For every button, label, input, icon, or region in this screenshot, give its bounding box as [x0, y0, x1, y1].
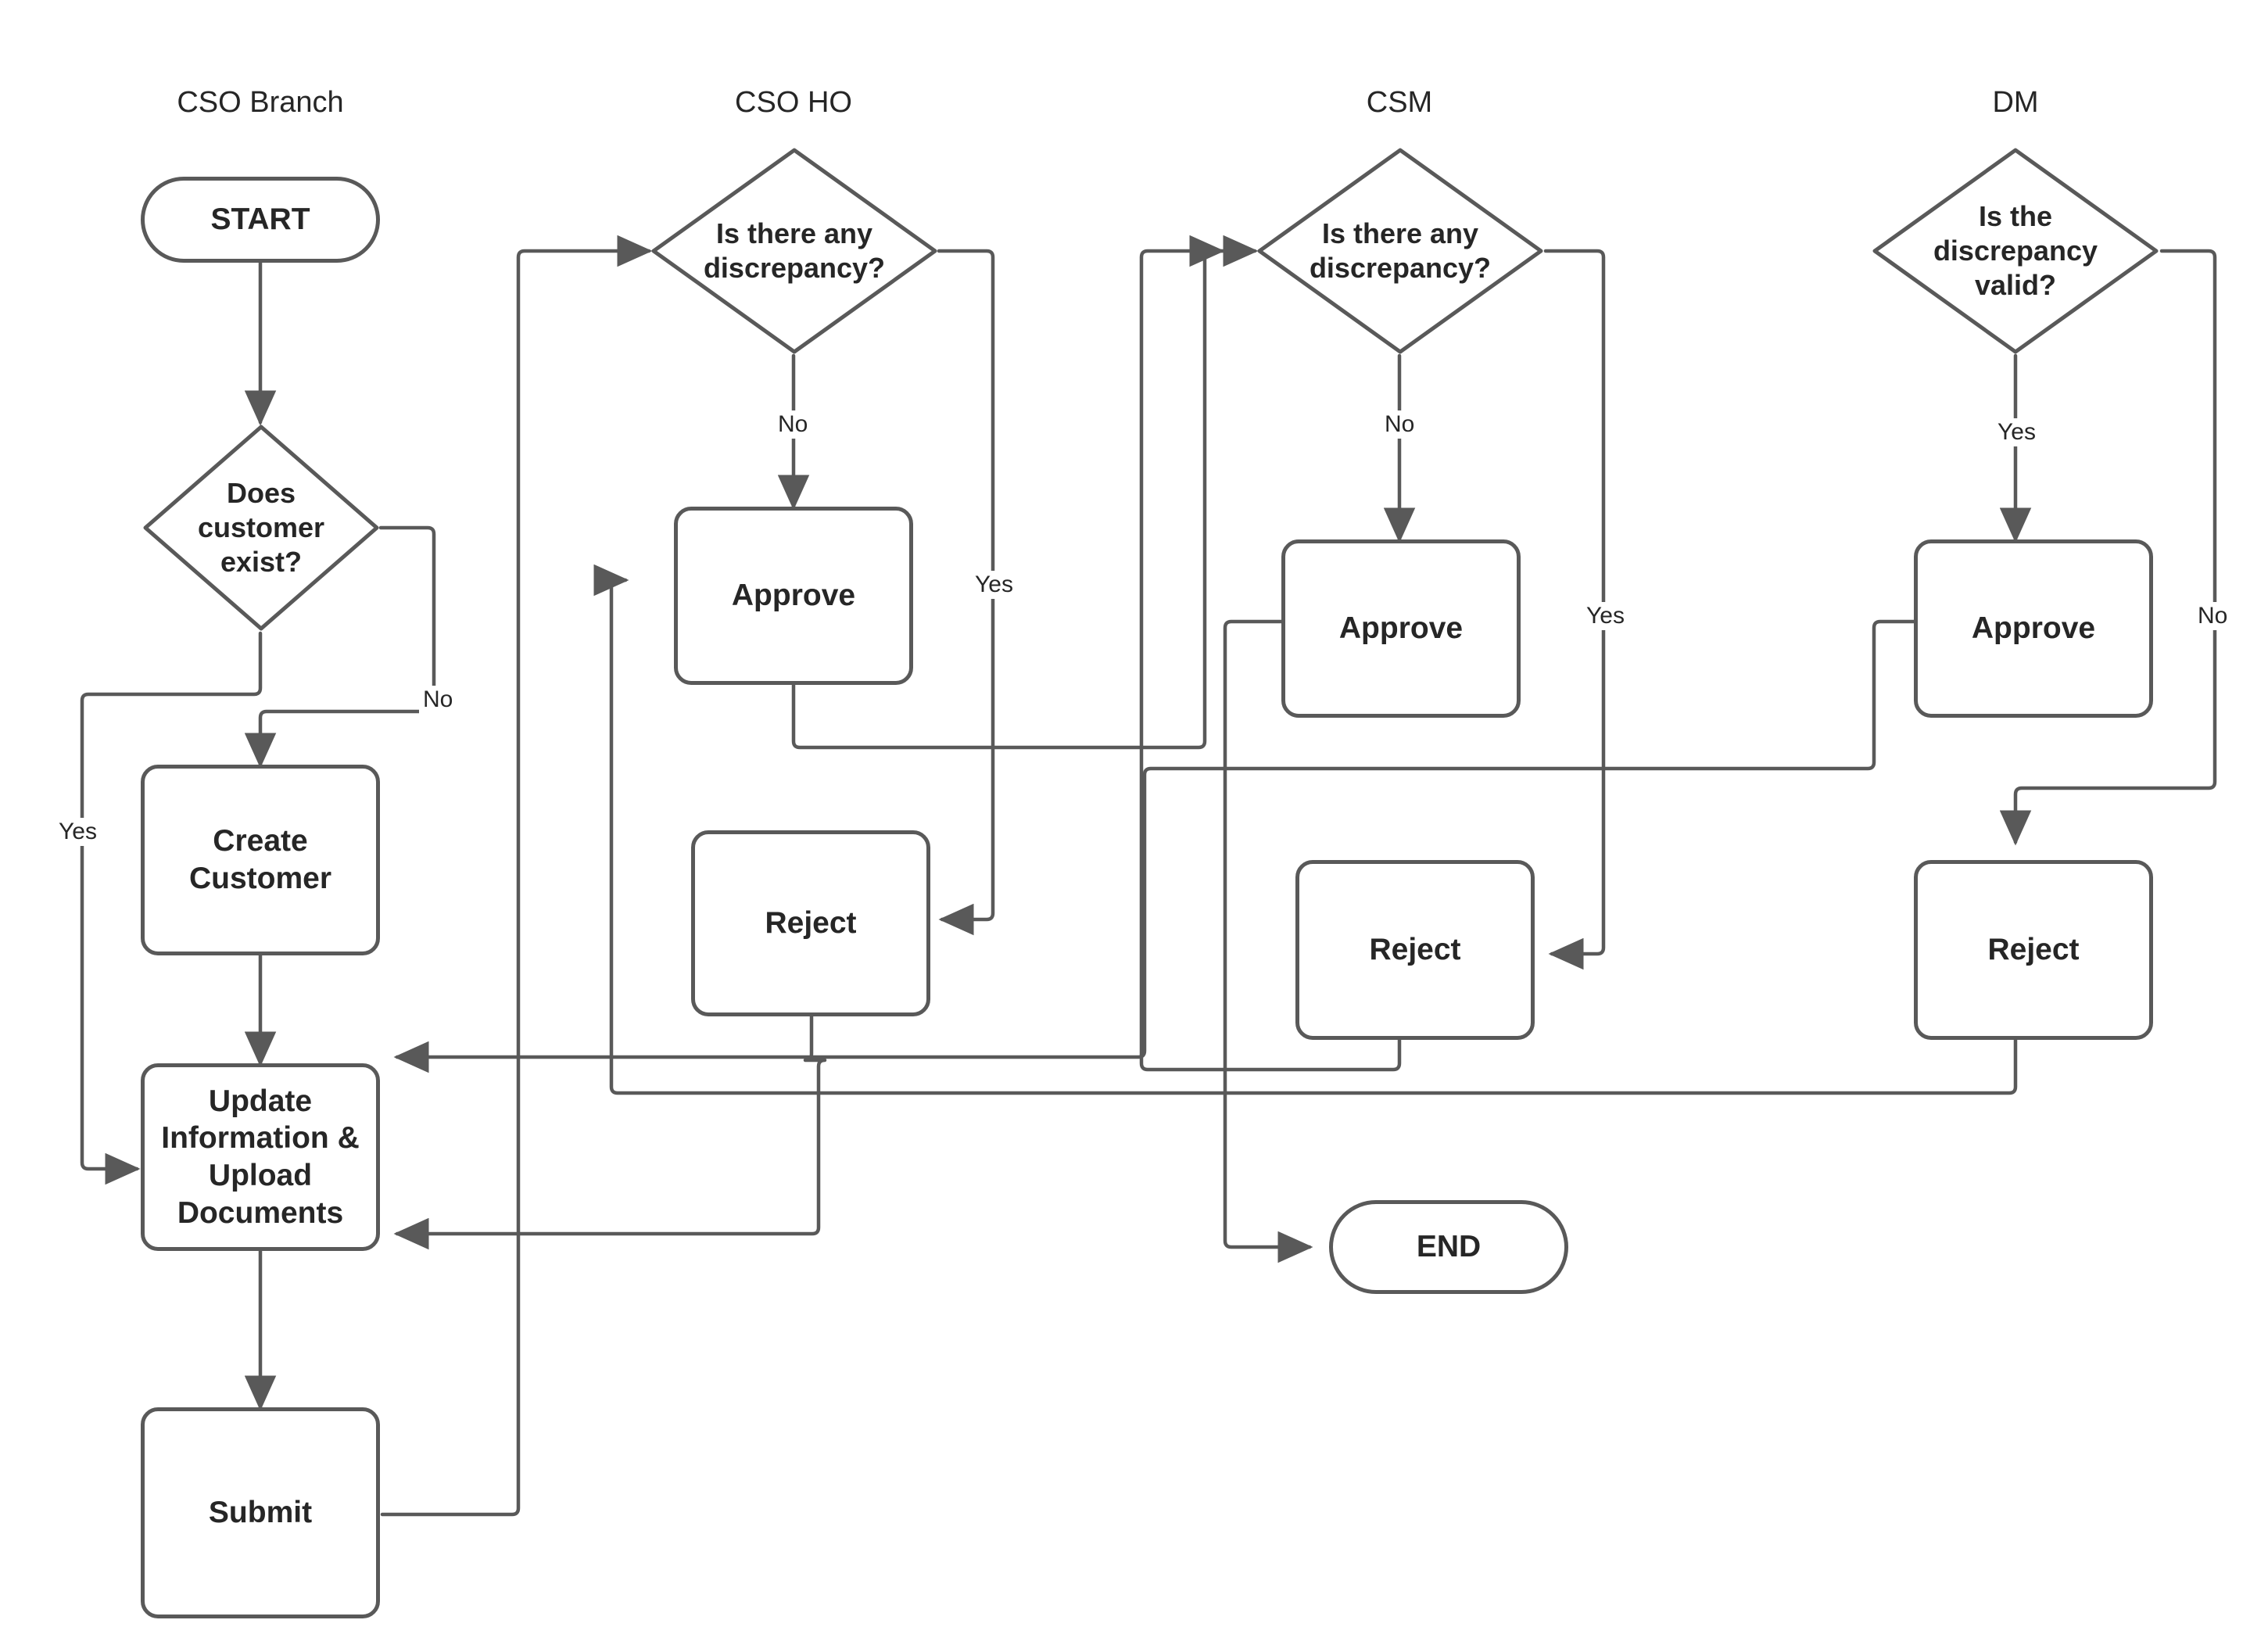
node-dm-reject[interactable]: Reject [1914, 860, 2153, 1040]
node-label: Does customer exist? [197, 477, 325, 578]
node-start[interactable]: START [141, 177, 380, 263]
node-csm-is-there-any-discrepancy[interactable]: Is there any discrepancy? [1255, 145, 1546, 357]
edge-label-ho-yes: Yes [971, 571, 1017, 599]
lane-title-csm: CSM [1366, 86, 1433, 119]
node-csm-approve[interactable]: Approve [1281, 539, 1521, 718]
node-label: Is there any discrepancy? [703, 217, 886, 284]
node-submit[interactable]: Submit [141, 1407, 380, 1618]
edge-label-ho-no: No [774, 410, 812, 439]
edge-dm-approve-seg [1151, 622, 1914, 769]
edge-label-customer-no: No [419, 686, 457, 714]
node-dm-approve[interactable]: Approve [1914, 539, 2153, 718]
node-csm-reject[interactable]: Reject [1295, 860, 1535, 1040]
node-does-customer-exist[interactable]: Does customer exist? [141, 422, 382, 633]
edge-csm-reject-routing [1143, 251, 1295, 1046]
edge-csm-reject-up [1151, 772, 1295, 955]
node-ho-is-there-any-discrepancy[interactable]: Is there any discrepancy? [649, 145, 940, 357]
edge-label-csm-yes: Yes [1582, 602, 1628, 630]
edge-label-dm-no: No [2194, 602, 2232, 630]
edge-label-csm-no: No [1381, 410, 1419, 439]
node-update-information-upload-documents[interactable]: Update Information & Upload Documents [141, 1063, 380, 1251]
node-label: Is there any discrepancy? [1309, 217, 1492, 284]
edge-label-dm-yes: Yes [1994, 418, 2040, 446]
edge-submit-to-ho-decision [380, 235, 653, 1517]
lane-title-dm: DM [1992, 86, 2039, 119]
edge-label-customer-yes: Yes [55, 818, 101, 846]
node-dm-is-the-discrepancy-valid[interactable]: Is the discrepancy valid? [1870, 145, 2161, 357]
node-ho-reject[interactable]: Reject [691, 830, 930, 1016]
lane-title-cso-ho: CSO HO [735, 86, 852, 119]
lane-title-cso-branch: CSO Branch [177, 86, 344, 119]
node-ho-approve[interactable]: Approve [674, 507, 913, 685]
node-create-customer[interactable]: Create Customer [141, 765, 380, 955]
flowchart-canvas: CSO Branch CSO HO CSM DM START Does cust… [0, 0, 2268, 1645]
edge-csm-reject-to-dm-hidden [1147, 251, 1295, 955]
node-end[interactable]: END [1329, 1200, 1568, 1294]
edge-csm-reject-path [1150, 251, 1295, 955]
node-label: Is the discrepancy valid? [1933, 200, 2098, 301]
